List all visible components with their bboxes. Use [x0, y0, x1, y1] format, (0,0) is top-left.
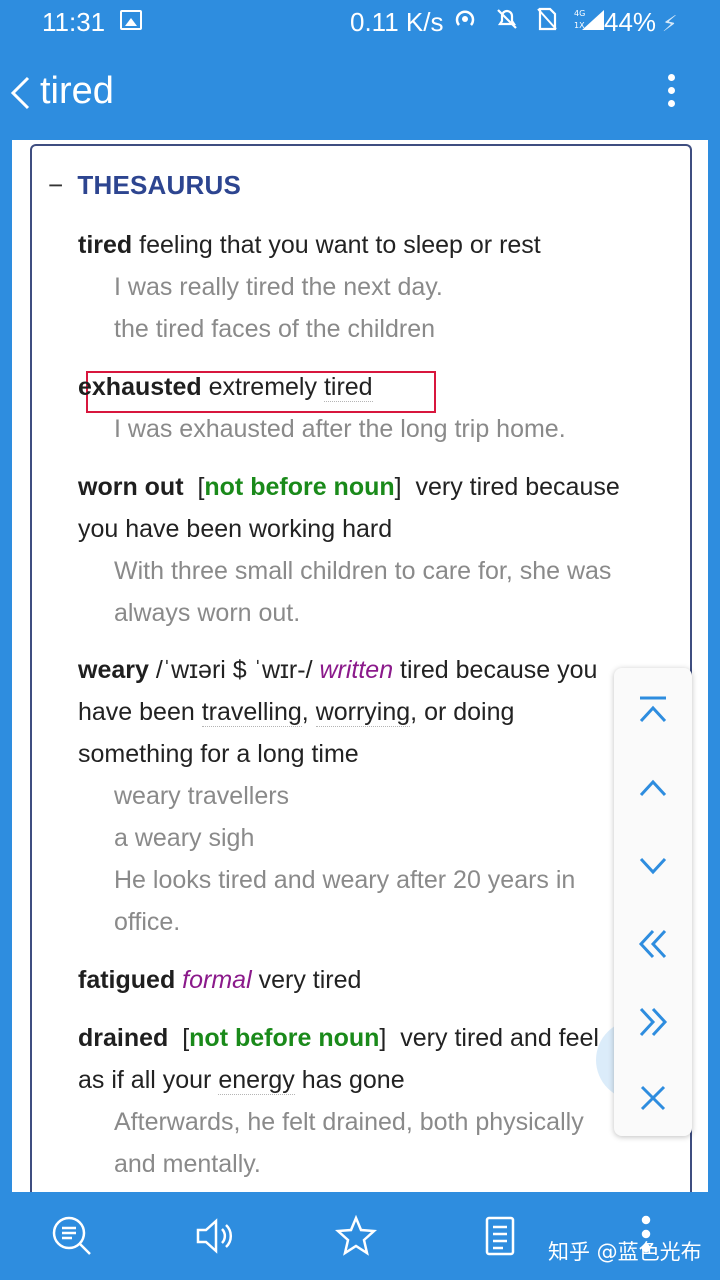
register-label: formal — [182, 966, 252, 994]
mute-icon — [494, 6, 520, 39]
definition: extremely — [201, 373, 324, 401]
svg-text:4G: 4G — [574, 9, 585, 18]
definition: very tired — [251, 966, 362, 994]
close-icon[interactable] — [614, 1068, 692, 1128]
example: He looks tired and weary after 20 years … — [114, 866, 576, 894]
headword: tired — [78, 231, 133, 259]
example: I was really tired the next day. — [114, 273, 443, 301]
pronunciation: /ˈwɪəri $ ˈwɪr-/ — [148, 656, 320, 684]
chevron-down-icon[interactable] — [614, 836, 692, 896]
no-sim-icon — [536, 6, 558, 39]
headword: drained — [78, 1024, 169, 1052]
definition-text: as if all your — [78, 1066, 219, 1094]
headword: fatigued — [78, 966, 176, 994]
battery-level: 44% ⚡ — [604, 7, 678, 38]
definition-text: , or doing — [410, 698, 515, 726]
more-vertical-icon[interactable] — [660, 74, 682, 114]
definition: very tired because — [415, 473, 620, 501]
entry-worn-out: worn out [not before noun] very tired be… — [78, 466, 668, 508]
headword: weary — [78, 656, 149, 684]
chevron-up-icon[interactable] — [614, 758, 692, 818]
grammar-bracket-close: ] — [394, 473, 402, 501]
status-bar: 11:31 0.11 K/s 4G 1X 44% ⚡ — [0, 0, 720, 44]
entry-tired: tired feeling that you want to sleep or … — [78, 224, 668, 266]
example: weary travellers — [114, 782, 290, 810]
chevron-left-icon[interactable] — [8, 76, 32, 110]
example: a weary sigh — [114, 824, 255, 852]
definition-text: has gone — [294, 1066, 405, 1094]
charging-icon: ⚡ — [662, 11, 678, 36]
status-icons: 4G 1X — [452, 6, 606, 39]
signal-icon: 4G 1X — [574, 6, 606, 39]
cross-ref-link[interactable]: energy — [218, 1066, 295, 1095]
definition-text: have been — [78, 698, 202, 726]
status-time: 11:31 — [42, 7, 106, 37]
example: office. — [114, 908, 181, 936]
example: the tired faces of the children — [114, 315, 436, 343]
cross-ref-link[interactable]: worrying — [315, 698, 411, 727]
headword: exhausted — [78, 373, 202, 401]
app-bar: tired — [0, 44, 720, 140]
example: With three small children to care for, s… — [114, 557, 612, 585]
entry-exhausted: exhausted extremely tired — [78, 366, 668, 408]
definition: tired because you — [393, 656, 598, 684]
entry-fatigued: fatigued formal very tired — [78, 959, 668, 1001]
example: I was exhausted after the long trip home… — [114, 415, 566, 443]
collapse-icon[interactable]: − — [48, 170, 63, 200]
definition-continued: as if all your energy has gone — [78, 1059, 668, 1101]
hotspot-icon — [452, 6, 478, 39]
example: and mentally. — [114, 1150, 261, 1178]
watermark-text: 知乎 @蓝色光布 — [548, 1240, 702, 1264]
network-speed: 0.11 K/s — [350, 7, 444, 37]
headword: worn out — [78, 473, 184, 501]
floating-nav-panel — [614, 668, 692, 1136]
double-chevron-left-icon[interactable] — [614, 914, 692, 974]
scroll-to-top-icon[interactable] — [614, 680, 692, 740]
svg-text:1X: 1X — [574, 21, 585, 30]
grammar-label: not before noun — [204, 473, 395, 501]
speaker-icon[interactable] — [192, 1214, 236, 1258]
definition: feeling that you want to sleep or rest — [132, 231, 541, 259]
entry-weary: weary /ˈwɪəri $ ˈwɪr-/ written tired bec… — [78, 649, 698, 691]
definition-continued: have been travelling, worrying, or doing — [78, 691, 668, 733]
example: Afterwards, he felt drained, both physic… — [114, 1108, 584, 1136]
thesaurus-card: − THESAURUS tired feeling that you want t… — [30, 144, 692, 1192]
content-sheet: − THESAURUS tired feeling that you want t… — [12, 140, 708, 1192]
grammar-label: not before noun — [189, 1024, 380, 1052]
cross-ref-link[interactable]: travelling — [201, 698, 302, 727]
thesaurus-header[interactable]: − THESAURUS — [48, 170, 241, 201]
double-chevron-right-icon[interactable] — [614, 992, 692, 1052]
section-title: THESAURUS — [77, 170, 241, 200]
star-icon[interactable] — [334, 1214, 378, 1258]
battery-text: 44% — [604, 7, 657, 37]
search-list-icon[interactable] — [50, 1214, 94, 1258]
cross-ref-link[interactable]: tired — [323, 373, 373, 402]
register-label: written — [319, 656, 394, 684]
page-title: tired — [40, 70, 114, 112]
definition-text: , — [301, 698, 316, 726]
definition: very tired and feel — [400, 1024, 599, 1052]
example: always worn out. — [114, 599, 301, 627]
grammar-bracket-close: ] — [379, 1024, 387, 1052]
document-icon[interactable] — [478, 1214, 522, 1258]
definition-continued: you have been working hard — [78, 515, 393, 543]
gallery-icon — [120, 10, 142, 30]
definition-continued: something for a long time — [78, 740, 359, 768]
